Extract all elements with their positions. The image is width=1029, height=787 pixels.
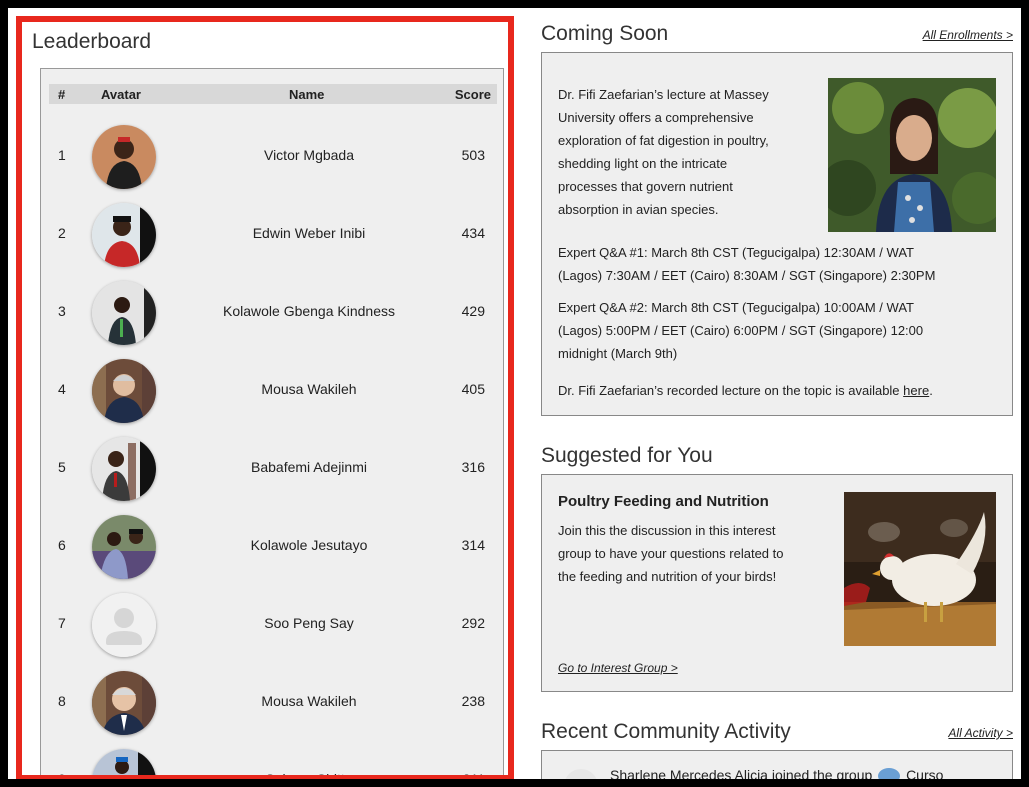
avatar[interactable] bbox=[92, 749, 156, 779]
header-rank: # bbox=[58, 87, 66, 102]
all-enrollments-link[interactable]: All Enrollments > bbox=[923, 28, 1013, 42]
coming-soon-card: Dr. Fifi Zaefarian’s lecture at Massey U… bbox=[541, 52, 1013, 416]
name-cell: Seleem Shittu bbox=[265, 771, 353, 779]
score-cell: 292 bbox=[461, 615, 485, 631]
rank-cell: 4 bbox=[58, 381, 66, 397]
table-row[interactable]: 6 Kolawole Jesutayo 314 bbox=[49, 507, 497, 585]
description-line: Dr. Fifi Zaefarian’s lecture at Massey bbox=[558, 87, 769, 102]
table-row[interactable]: 3 Kolawole Gbenga Kindness 429 bbox=[49, 273, 497, 351]
lecture-description: Dr. Fifi Zaefarian’s lecture at Massey U… bbox=[558, 83, 822, 221]
score-cell: 238 bbox=[461, 693, 485, 709]
recorded-lecture-link[interactable]: here bbox=[903, 383, 929, 398]
suggested-card: Poultry Feeding and Nutrition Join this … bbox=[541, 474, 1013, 692]
score-cell: 211 bbox=[462, 771, 485, 779]
description-line: Join this the discussion in this interes… bbox=[558, 523, 776, 538]
leaderboard-title: Leaderboard bbox=[32, 30, 152, 53]
description-line: absorption in avian species. bbox=[558, 202, 719, 217]
suggested-card-title[interactable]: Poultry Feeding and Nutrition bbox=[558, 493, 769, 510]
score-cell: 314 bbox=[461, 537, 485, 553]
table-row[interactable]: 9 Seleem Shittu 211 bbox=[49, 741, 497, 779]
rank-cell: 3 bbox=[58, 303, 66, 319]
avatar[interactable] bbox=[92, 125, 156, 189]
header-score: Score bbox=[454, 87, 491, 102]
recent-activity-title: Recent Community Activity bbox=[541, 720, 791, 743]
description-line: group to have your questions related to bbox=[558, 546, 784, 561]
description-line: University offers a comprehensive bbox=[558, 110, 754, 125]
avatar[interactable] bbox=[92, 281, 156, 345]
recorded-suffix: . bbox=[929, 383, 933, 398]
name-cell: Soo Peng Say bbox=[264, 615, 354, 631]
table-row[interactable]: 8 Mousa Wakileh 238 bbox=[49, 663, 497, 741]
description-line: shedding light on the intricate bbox=[558, 156, 728, 171]
rank-cell: 1 bbox=[58, 147, 66, 163]
rank-cell: 6 bbox=[58, 537, 66, 553]
name-cell: Edwin Weber Inibi bbox=[252, 225, 366, 241]
name-cell: Mousa Wakileh bbox=[261, 693, 357, 709]
recorded-lecture-text: Dr. Fifi Zaefarian’s recorded lecture on… bbox=[558, 379, 1006, 402]
table-row[interactable]: 2 Edwin Weber Inibi 434 bbox=[49, 195, 497, 273]
avatar[interactable] bbox=[92, 359, 156, 423]
avatar[interactable] bbox=[92, 515, 156, 579]
qa1-line: (Lagos) 7:30AM / EET (Cairo) 8:30AM / SG… bbox=[558, 268, 936, 283]
qa2-line: Expert Q&A #2: March 8th CST (Tegucigalp… bbox=[558, 300, 914, 315]
group-icon bbox=[878, 768, 901, 779]
expert-qa-1: Expert Q&A #1: March 8th CST (Tegucigalp… bbox=[558, 241, 1006, 287]
page: Leaderboard # Avatar Name Score 1 Victor… bbox=[8, 8, 1021, 779]
description-line: exploration of fat digestion in poultry, bbox=[558, 133, 769, 148]
table-header: # Avatar Name Score bbox=[49, 84, 497, 104]
go-to-interest-group-link[interactable]: Go to Interest Group > bbox=[558, 661, 678, 675]
activity-avatar[interactable] bbox=[564, 769, 598, 779]
activity-text: Sharlene Mercedes Alicia joined the grou… bbox=[610, 767, 873, 779]
recent-activity-card: Sharlene Mercedes Alicia joined the grou… bbox=[541, 750, 1013, 779]
qa2-line: (Lagos) 5:00PM / EET (Cairo) 6:00PM / SG… bbox=[558, 323, 924, 338]
name-cell: Kolawole Jesutayo bbox=[250, 537, 368, 553]
table-row[interactable]: 5 Babafemi Adejinmi 316 bbox=[49, 429, 497, 507]
avatar[interactable] bbox=[92, 671, 156, 735]
name-cell: Mousa Wakileh bbox=[261, 381, 357, 397]
group-name[interactable]: Curso bbox=[906, 767, 943, 779]
suggested-description: Join this the discussion in this interes… bbox=[558, 519, 828, 588]
score-cell: 503 bbox=[461, 147, 485, 163]
qa1-line: Expert Q&A #1: March 8th CST (Tegucigalp… bbox=[558, 245, 914, 260]
rank-cell: 9 bbox=[58, 771, 66, 779]
avatar[interactable] bbox=[92, 593, 156, 657]
description-line: processes that govern nutrient bbox=[558, 179, 733, 194]
rank-cell: 8 bbox=[58, 693, 66, 709]
score-cell: 434 bbox=[461, 225, 485, 241]
score-cell: 316 bbox=[461, 459, 485, 475]
recorded-prefix: Dr. Fifi Zaefarian’s recorded lecture on… bbox=[558, 383, 904, 398]
chicken-photo bbox=[844, 492, 996, 646]
speaker-photo bbox=[828, 78, 996, 232]
qa2-line: midnight (March 9th) bbox=[558, 346, 678, 361]
name-cell: Kolawole Gbenga Kindness bbox=[222, 303, 395, 319]
score-cell: 429 bbox=[461, 303, 485, 319]
header-avatar: Avatar bbox=[101, 87, 141, 102]
name-cell: Babafemi Adejinmi bbox=[251, 459, 367, 475]
avatar[interactable] bbox=[92, 203, 156, 267]
table-row[interactable]: 4 Mousa Wakileh 405 bbox=[49, 351, 497, 429]
table-row[interactable]: 1 Victor Mgbada 503 bbox=[49, 117, 497, 195]
score-cell: 405 bbox=[461, 381, 485, 397]
leaderboard-table: # Avatar Name Score 1 Victor Mgbada 503 … bbox=[40, 68, 504, 779]
leaderboard-panel: Leaderboard # Avatar Name Score 1 Victor… bbox=[16, 16, 514, 779]
all-activity-link[interactable]: All Activity > bbox=[948, 726, 1013, 740]
expert-qa-2: Expert Q&A #2: March 8th CST (Tegucigalp… bbox=[558, 296, 1006, 365]
name-cell: Victor Mgbada bbox=[263, 147, 354, 163]
avatar[interactable] bbox=[92, 437, 156, 501]
rank-cell: 7 bbox=[58, 615, 66, 631]
coming-soon-title: Coming Soon bbox=[541, 22, 669, 45]
rank-cell: 2 bbox=[58, 225, 66, 241]
header-name: Name bbox=[289, 87, 325, 102]
description-line: the feeding and nutrition of your birds! bbox=[558, 569, 777, 584]
suggested-title: Suggested for You bbox=[541, 444, 713, 467]
rank-cell: 5 bbox=[58, 459, 66, 475]
activity-item[interactable]: Sharlene Mercedes Alicia joined the grou… bbox=[610, 767, 943, 779]
table-row[interactable]: 7 Soo Peng Say 292 bbox=[49, 585, 497, 663]
